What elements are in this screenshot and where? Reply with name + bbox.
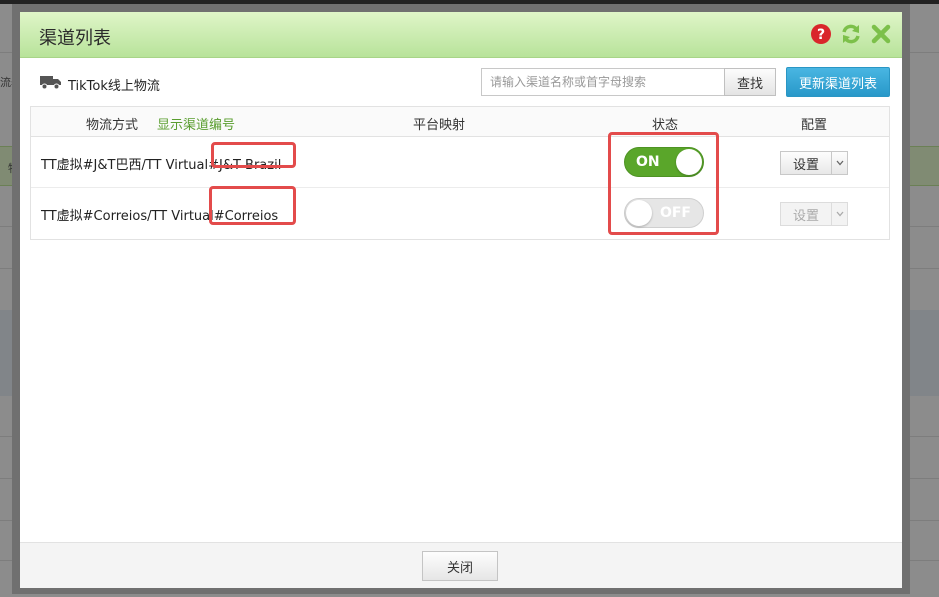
config-button[interactable]: 设置 (780, 202, 832, 226)
annotation-highlight (211, 142, 296, 168)
show-channel-code-link[interactable]: 显示渠道编号 (157, 114, 235, 133)
chevron-down-icon[interactable] (832, 151, 848, 175)
header-icons: ? (810, 23, 892, 45)
table-header: 物流方式 显示渠道编号 平台映射 状态 配置 (31, 107, 889, 137)
dialog-toolbar: TikTok线上物流 查找 更新渠道列表 (20, 58, 902, 102)
channel-list-dialog: 渠道列表 ? TikTok线上物流 查找 (12, 4, 910, 594)
svg-text:?: ? (817, 27, 825, 43)
config-button-group: 设置 (780, 202, 848, 226)
column-header-method: 物流方式 (86, 118, 139, 133)
truck-icon (40, 74, 62, 94)
carrier-label: TikTok线上物流 (40, 74, 160, 94)
close-button[interactable]: 关闭 (422, 551, 498, 581)
close-icon[interactable] (870, 23, 892, 45)
dialog-body: 渠道列表 ? TikTok线上物流 查找 (20, 12, 902, 588)
column-header-status: 状态 (652, 118, 679, 133)
dialog-header: 渠道列表 ? (20, 12, 902, 58)
help-icon[interactable]: ? (810, 23, 832, 45)
annotation-highlight (608, 132, 719, 235)
dialog-footer: 关闭 (20, 542, 902, 588)
channel-search-input[interactable] (481, 68, 725, 96)
refresh-channel-list-button[interactable]: 更新渠道列表 (786, 67, 890, 97)
config-button-group: 设置 (780, 151, 848, 175)
config-button[interactable]: 设置 (780, 151, 832, 175)
refresh-icon[interactable] (840, 23, 862, 45)
table-row: TT虚拟#Correios/TT Virtual#Correios OFF 设置 (31, 188, 889, 239)
table-row: TT虚拟#J&T巴西/TT Virtual#J&T Brazil ON 设置 (31, 137, 889, 188)
column-header-platform-mapping: 平台映射 (413, 118, 466, 133)
annotation-highlight (209, 186, 296, 225)
carrier-name: TikTok线上物流 (68, 78, 160, 94)
dialog-title: 渠道列表 (39, 28, 111, 49)
column-header-config: 配置 (801, 118, 828, 133)
search-button[interactable]: 查找 (724, 68, 776, 96)
channel-table: 物流方式 显示渠道编号 平台映射 状态 配置 TT虚拟#J&T巴西/TT Vir… (30, 106, 890, 240)
chevron-down-icon[interactable] (832, 202, 848, 226)
